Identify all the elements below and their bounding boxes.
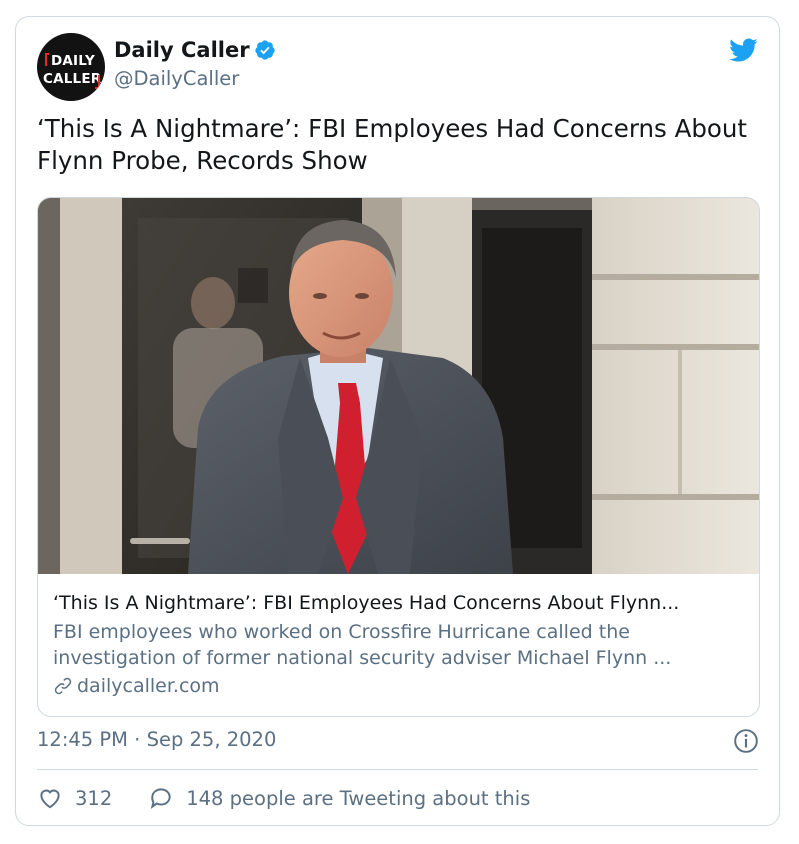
link-domain-row[interactable]: dailycaller.com [53,673,753,699]
tweet-embed: DAILY CALLER Daily Caller @DailyCaller ‘… [15,16,780,826]
link-icon [54,677,72,695]
link-preview-card[interactable]: ‘This Is A Nightmare’: FBI Employees Had… [37,197,760,717]
logo-corner [45,53,49,66]
author-name-row: Daily Caller [114,38,276,62]
reply-button[interactable]: 148 people are Tweeting about this [148,785,530,811]
tweet-timestamp[interactable]: 12:45 PM · Sep 25, 2020 [37,728,276,751]
article-photo-illustration [38,198,759,574]
twitter-bird-icon[interactable] [725,35,761,65]
link-description: FBI employees who worked on Crossfire Hu… [53,621,672,669]
reply-icon [151,788,171,810]
avatar-text-line2: CALLER [43,71,102,87]
tweet-text: ‘This Is A Nightmare’: FBI Employees Had… [37,114,748,175]
author-handle[interactable]: @DailyCaller [114,67,239,90]
like-button[interactable]: 312 [37,785,112,811]
tweeting-count: 148 people are Tweeting about this [186,786,531,810]
display-name[interactable]: Daily Caller [114,38,250,62]
avatar-text-line1: DAILY [51,53,95,69]
article-photo[interactable] [38,198,759,574]
logo-corner [95,75,100,89]
link-domain: dailycaller.com [77,675,220,697]
link-title[interactable]: ‘This Is A Nightmare’: FBI Employees Had… [53,590,753,616]
heart-icon [40,789,60,809]
like-count: 312 [75,786,113,810]
link-preview-meta: ‘This Is A Nightmare’: FBI Employees Had… [53,590,753,699]
info-icon[interactable] [733,728,759,754]
engagement-bar: 312 148 people are Tweeting about this [37,785,530,811]
verified-badge-icon [254,40,275,60]
avatar[interactable]: DAILY CALLER [37,33,105,101]
divider [37,769,758,770]
